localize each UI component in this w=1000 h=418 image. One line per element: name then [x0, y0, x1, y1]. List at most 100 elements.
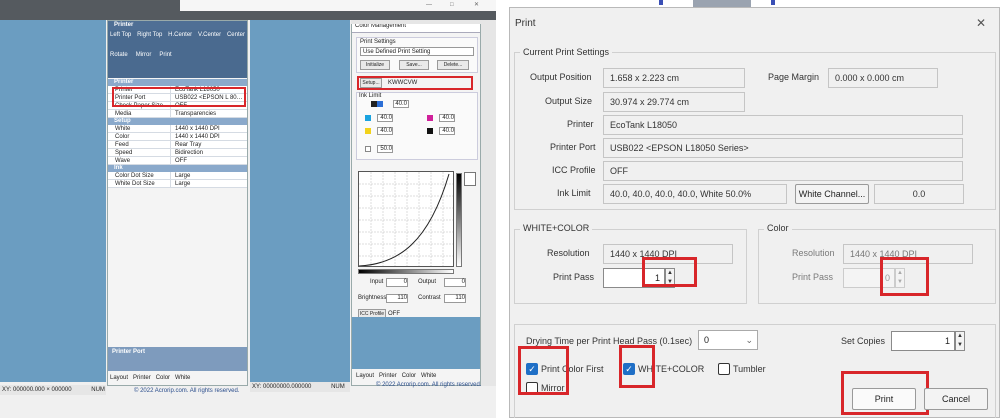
tumbler-checkbox[interactable]: Tumbler [718, 363, 766, 375]
input-gradient-bar [358, 269, 454, 274]
bg-marker-icon [771, 0, 775, 5]
right-panel-top-strip [351, 20, 481, 24]
prop-key: Wave [115, 158, 131, 164]
icc-profile-label: ICC Profile [552, 165, 596, 175]
setup-button[interactable]: Setup... [360, 78, 382, 88]
white-color-group [514, 229, 747, 304]
prop-value: OFF [170, 157, 247, 164]
copyright-left[interactable]: © 2022 Acrorip.com. All rights reserved. [134, 388, 239, 395]
color-res-row[interactable]: Color 1440 x 1440 DPI [108, 133, 247, 141]
icc-profile-value: OFF [603, 161, 963, 181]
dialog-close-icon[interactable]: ✕ [976, 16, 986, 30]
set-copies-input[interactable]: 1 [891, 331, 955, 351]
right-margin-strip [481, 20, 496, 386]
color-group-title: Color [764, 223, 792, 233]
v-center-tool[interactable]: V.Center [198, 32, 221, 39]
media-row[interactable]: Media Transparencies [108, 110, 247, 118]
tab-color[interactable]: Color [402, 373, 416, 380]
printer-panel: Printer Left Top Right Top H.Center V.Ce… [107, 20, 248, 386]
white-color-highlight [619, 345, 655, 388]
copyright-right[interactable]: © 2022 Acrorip.com. All rights reserved. [376, 382, 481, 389]
tab-white[interactable]: White [175, 375, 190, 382]
print-settings-select[interactable]: Use Defined Print Setting [360, 47, 474, 56]
contrast-value[interactable]: 110 [444, 294, 466, 303]
set-copies-spinner[interactable]: ▲ ▼ [955, 331, 965, 351]
color-panel-empty [352, 317, 480, 369]
tone-gradient-bar [456, 173, 462, 267]
page-margin-label: Page Margin [768, 72, 820, 82]
brightness-value[interactable]: 110 [386, 294, 408, 303]
magenta-swatch [427, 115, 433, 121]
color-dot-row[interactable]: Color Dot Size Large [108, 172, 247, 180]
output-size-label: Output Size [545, 96, 593, 106]
output-position-value: 1.658 x 2.223 cm [603, 68, 745, 88]
magenta-limit[interactable]: 40.0 [439, 114, 455, 122]
speed-row[interactable]: Speed Bidirection [108, 149, 247, 157]
window-title-strip: — □ ✕ [180, 0, 496, 11]
curve-mode-icon[interactable] [464, 172, 476, 186]
wave-row[interactable]: Wave OFF [108, 157, 247, 165]
wc-pass-highlight [642, 257, 697, 287]
canvas-area-middle[interactable] [250, 20, 350, 382]
output-size-value: 30.974 x 29.774 cm [603, 92, 745, 112]
save-button[interactable]: Save... [399, 60, 429, 70]
h-center-tool[interactable]: H.Center [168, 32, 192, 39]
tab-color[interactable]: Color [156, 375, 170, 382]
print-settings-label: Print Settings [360, 39, 396, 45]
brightness-label: Brightness [358, 295, 387, 301]
tab-layout[interactable]: Layout [110, 375, 128, 382]
prop-key: Media [115, 111, 132, 117]
white-dot-row[interactable]: White Dot Size Large [108, 180, 247, 188]
print-color-first-highlight [518, 346, 569, 395]
canvas-area-left[interactable] [0, 20, 106, 382]
tab-white[interactable]: White [421, 373, 436, 380]
wc-resolution-label: Resolution [547, 248, 590, 258]
right-top-tool[interactable]: Right Top [137, 32, 162, 39]
prop-value: Transparencies [170, 110, 247, 117]
white-res-row[interactable]: White 1440 x 1440 DPI [108, 125, 247, 133]
drying-time-select[interactable]: 0 ⌄ [698, 330, 758, 350]
maximize-icon[interactable]: □ [450, 2, 454, 9]
initialize-button[interactable]: Initialize [360, 60, 390, 70]
feed-row[interactable]: Feed Rear Tray [108, 141, 247, 149]
tab-layout[interactable]: Layout [356, 373, 374, 380]
white-color-group-title: WHITE+COLOR [520, 223, 593, 233]
page-margin-value: 0.000 x 0.000 cm [828, 68, 938, 88]
delete-button[interactable]: Delete... [437, 60, 469, 70]
tab-printer[interactable]: Printer [133, 375, 151, 382]
left-top-tool[interactable]: Left Top [110, 32, 131, 39]
prop-value: 1440 x 1440 DPI [170, 133, 247, 140]
print-settings-group: Print Settings Use Defined Print Setting… [356, 37, 478, 73]
ink-limit-total[interactable]: 40.0 [393, 100, 409, 108]
white-channel-value: 0.0 [874, 184, 964, 204]
cancel-button[interactable]: Cancel [924, 388, 988, 410]
tone-curve-graph[interactable] [358, 171, 454, 267]
input-value[interactable]: 0 [386, 278, 408, 287]
yellow-swatch [365, 128, 371, 134]
tab-printer[interactable]: Printer [379, 373, 397, 380]
minimize-icon[interactable]: — [426, 2, 432, 9]
status-xy: XY: 000000.000 × 000000 [2, 387, 72, 393]
bg-marker-icon [659, 0, 663, 5]
cyan-swatch [365, 115, 371, 121]
contrast-label: Contrast [418, 295, 441, 301]
yellow-limit[interactable]: 40.0 [377, 127, 393, 135]
printer-port-value: USB022 <EPSON L18050 Series> [603, 138, 963, 158]
rotate-tool[interactable]: Rotate [110, 52, 128, 59]
white-channel-button[interactable]: White Channel... [795, 184, 869, 204]
print-tool[interactable]: Print [159, 52, 171, 59]
status-num: NUM [331, 384, 345, 390]
white-swatch [365, 146, 371, 152]
cyan-limit[interactable]: 40.0 [377, 114, 393, 122]
output-value[interactable]: 0 [444, 278, 466, 287]
close-icon[interactable]: ✕ [474, 2, 479, 9]
white-limit[interactable]: 50.0 [377, 145, 393, 153]
c-pass-highlight [880, 257, 929, 296]
prop-value: Large [170, 180, 247, 187]
ink-limit-label: Ink Limit [557, 188, 591, 198]
black-limit[interactable]: 40.0 [439, 127, 455, 135]
mirror-tool[interactable]: Mirror [136, 52, 152, 59]
prop-key: Color [115, 134, 130, 140]
output-label: Output [418, 279, 437, 285]
center-tool[interactable]: Center [227, 32, 245, 39]
